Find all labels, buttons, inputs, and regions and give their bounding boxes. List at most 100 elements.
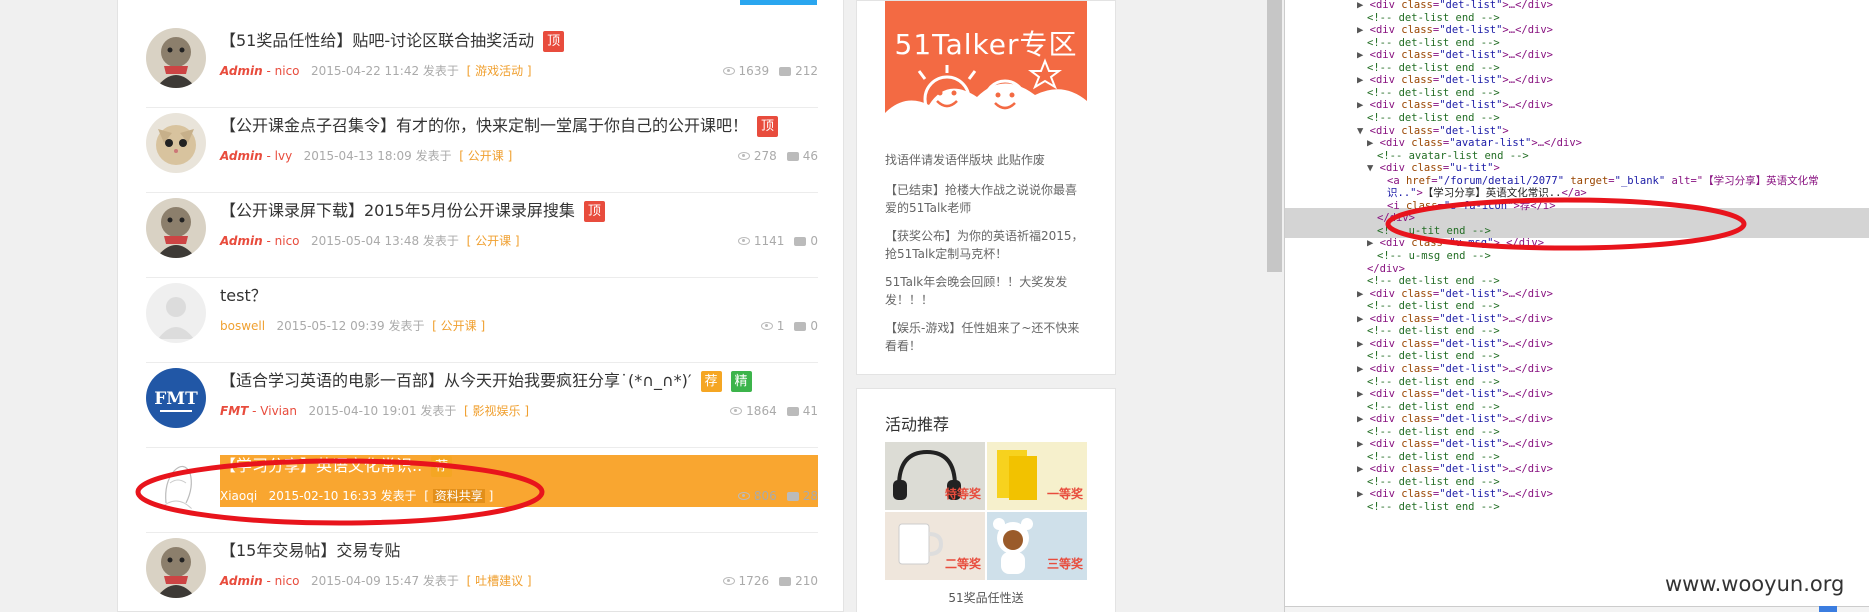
author-name[interactable]: nico xyxy=(275,64,300,78)
sidebar-link[interactable]: 找语伴请发语伴版块 此贴作废 xyxy=(885,151,1087,169)
prize-label: 特等奖 xyxy=(944,487,981,501)
category-link[interactable]: 游戏活动 xyxy=(475,64,523,78)
topic-stats: 1726 210 xyxy=(722,573,818,589)
dom-node-text: <div class="det-list">…</div> xyxy=(1369,438,1553,451)
topic-meta: Admin - nico 2015-04-22 11:42 发表于 [ 游戏活动… xyxy=(220,64,532,78)
sidebar-link[interactable]: 【已结束】抢楼大作战之说说你最喜爱的51Talk老师 xyxy=(885,181,1087,217)
author-name[interactable]: Vivian xyxy=(260,404,297,418)
user-avatar[interactable] xyxy=(146,198,206,258)
comment-icon xyxy=(794,236,807,246)
dom-comment-node[interactable]: <!-- det-list end --> xyxy=(1367,500,1500,515)
annotation-circle-page xyxy=(135,458,545,526)
author-role[interactable]: Admin xyxy=(220,149,263,163)
devtools-elements-panel: ▶ <div class="det-list">…</div> <!-- det-… xyxy=(1284,0,1869,612)
topic-stats: 1 0 xyxy=(760,318,818,334)
topic-row[interactable]: test？ boswell 2015-05-12 09:39 发表于 [ 公开课… xyxy=(146,278,818,363)
expand-toggle-icon[interactable]: ▶ xyxy=(1357,49,1363,61)
expand-toggle-icon[interactable]: ▶ xyxy=(1357,24,1363,36)
expand-toggle-icon[interactable]: ▶ xyxy=(1357,288,1363,300)
topic-row[interactable]: 【公开课金点子召集令】有才的你，快来定制一堂属于你自己的公开课吧！ 顶 Admin… xyxy=(146,108,818,193)
expand-toggle-icon[interactable]: ▶ xyxy=(1357,338,1363,350)
sidebar-link[interactable]: 【获奖公布】为你的英语祈福2015，抢51Talk定制马克杯！ xyxy=(885,227,1087,263)
topic-title-row: 【51奖品任性给】贴吧-讨论区联合抽奖活动顶 xyxy=(220,30,565,52)
user-avatar[interactable] xyxy=(146,283,206,343)
comment-icon xyxy=(794,321,807,331)
dom-node-text: <div class="det-list">…</div> xyxy=(1369,388,1553,401)
scrollbar-thumb[interactable] xyxy=(1267,0,1282,272)
recommend-badge: 荐 xyxy=(700,370,722,392)
expand-toggle-icon[interactable]: ▶ xyxy=(1357,388,1363,400)
topic-row[interactable]: FMT 【适合学习英语的电影一百部】从今天开始我要疯狂分享˙(*∩_∩*)′ 荐精… xyxy=(146,363,818,448)
author-role[interactable]: FMT xyxy=(220,404,248,418)
comment-icon xyxy=(786,406,799,416)
prize-notebook: 一等奖 xyxy=(987,442,1087,510)
expand-toggle-icon[interactable]: ▶ xyxy=(1357,0,1363,11)
dom-node-text: <div class="det-list">…</div> xyxy=(1369,0,1553,11)
author-name[interactable]: nico xyxy=(275,574,300,588)
user-avatar[interactable] xyxy=(146,538,206,598)
view-count: 1 xyxy=(776,319,785,333)
category-link[interactable]: 吐槽建议 xyxy=(475,574,523,588)
devtools-breadcrumb-bar[interactable] xyxy=(1285,606,1869,612)
author-name[interactable]: boswell xyxy=(220,319,265,333)
sidebar-link[interactable]: 【娱乐-游戏】任性姐来了~还不快来看看！ xyxy=(885,319,1087,355)
topic-row[interactable]: 【51奖品任性给】贴吧-讨论区联合抽奖活动顶 Admin - nico 2015… xyxy=(146,23,818,108)
watermark-text: www.wooyun.org xyxy=(1665,572,1845,596)
topic-title-link[interactable]: 【15年交易帖】交易专贴 xyxy=(220,540,400,562)
expand-toggle-icon[interactable]: ▶ xyxy=(1357,99,1363,111)
author-name[interactable]: nico xyxy=(275,234,300,248)
devtools-breadcrumb-selected[interactable] xyxy=(1819,606,1837,612)
dom-node-text: <div class="det-list">…</div> xyxy=(1369,463,1553,476)
eye-icon xyxy=(722,577,735,585)
expand-toggle-icon[interactable]: ▶ xyxy=(1357,363,1363,375)
topic-title-row: 【适合学习英语的电影一百部】从今天开始我要疯狂分享˙(*∩_∩*)′ 荐精 xyxy=(220,370,752,392)
expand-toggle-icon[interactable]: ▼ xyxy=(1357,125,1363,137)
author-role[interactable]: Admin xyxy=(220,64,263,78)
dom-node-text: <div class="u-tit"> xyxy=(1379,162,1500,175)
sidebar-panel: 51Talker专区 找语伴请发语伴版块 此贴作废【已结束】抢楼大作战之说说你最… xyxy=(856,0,1116,375)
category-link[interactable]: 公开课 xyxy=(468,149,504,163)
topic-row[interactable]: 【15年交易帖】交易专贴 Admin - nico 2015-04-09 15:… xyxy=(146,533,818,611)
expand-toggle-icon[interactable]: ▶ xyxy=(1357,74,1363,86)
eye-icon xyxy=(737,492,750,500)
promo-banner[interactable]: 51Talker专区 xyxy=(885,1,1087,141)
author-role[interactable]: Admin xyxy=(220,574,263,588)
category-link[interactable]: 影视娱乐 xyxy=(473,404,521,418)
post-button[interactable] xyxy=(740,0,817,5)
dom-node-text: <div class="det-list">…</div> xyxy=(1369,337,1553,350)
topic-title-link[interactable]: 【公开课录屏下载】2015年5月份公开课录屏搜集 xyxy=(220,200,575,222)
dom-node-text: <!-- det-list end --> xyxy=(1367,425,1500,438)
expand-toggle-icon[interactable]: ▶ xyxy=(1357,488,1363,500)
expand-toggle-icon[interactable]: ▼ xyxy=(1367,162,1373,174)
expand-toggle-icon[interactable]: ▶ xyxy=(1357,413,1363,425)
prize-grid-banner[interactable]: 特等奖 一等奖 二等奖 三等奖 xyxy=(885,442,1087,580)
prize-caption[interactable]: 51奖品任性送 xyxy=(885,589,1087,606)
comment-icon xyxy=(779,576,792,586)
dom-node-text: <!-- det-list end --> xyxy=(1367,86,1500,99)
expand-toggle-icon[interactable]: ▶ xyxy=(1367,237,1373,249)
expand-toggle-icon[interactable]: ▶ xyxy=(1367,137,1373,149)
author-role[interactable]: Admin xyxy=(220,234,263,248)
sidebar-link[interactable]: 51Talk年会晚会回顾！！大奖发发发！！！ xyxy=(885,273,1087,309)
svg-text:FMT: FMT xyxy=(154,389,198,409)
user-avatar[interactable] xyxy=(146,113,206,173)
author-name[interactable]: lvy xyxy=(275,149,293,163)
topic-title-link[interactable]: 【适合学习英语的电影一百部】从今天开始我要疯狂分享˙(*∩_∩*)′ xyxy=(220,370,692,392)
page-scrollbar[interactable] xyxy=(1267,0,1282,612)
topic-title-link[interactable]: test？ xyxy=(220,285,267,307)
topic-title-link[interactable]: 【公开课金点子召集令】有才的你，快来定制一堂属于你自己的公开课吧！ xyxy=(220,115,748,137)
topic-title-link[interactable]: 【51奖品任性给】贴吧-讨论区联合抽奖活动 xyxy=(220,30,534,52)
eye-icon xyxy=(730,407,743,415)
category-link[interactable]: 公开课 xyxy=(441,319,477,333)
expand-toggle-icon[interactable]: ▶ xyxy=(1357,463,1363,475)
dom-node-text: <div class="det-list"> xyxy=(1369,124,1509,137)
expand-toggle-icon[interactable]: ▶ xyxy=(1357,313,1363,325)
comment-count: 212 xyxy=(795,64,818,78)
prize-label: 三等奖 xyxy=(1046,557,1083,571)
category-link[interactable]: 公开课 xyxy=(475,234,511,248)
comment-count: 41 xyxy=(802,404,818,418)
expand-toggle-icon[interactable]: ▶ xyxy=(1357,438,1363,450)
user-avatar[interactable]: FMT xyxy=(146,368,206,428)
user-avatar[interactable] xyxy=(146,28,206,88)
topic-row[interactable]: 【公开课录屏下载】2015年5月份公开课录屏搜集顶 Admin - nico 2… xyxy=(146,193,818,278)
